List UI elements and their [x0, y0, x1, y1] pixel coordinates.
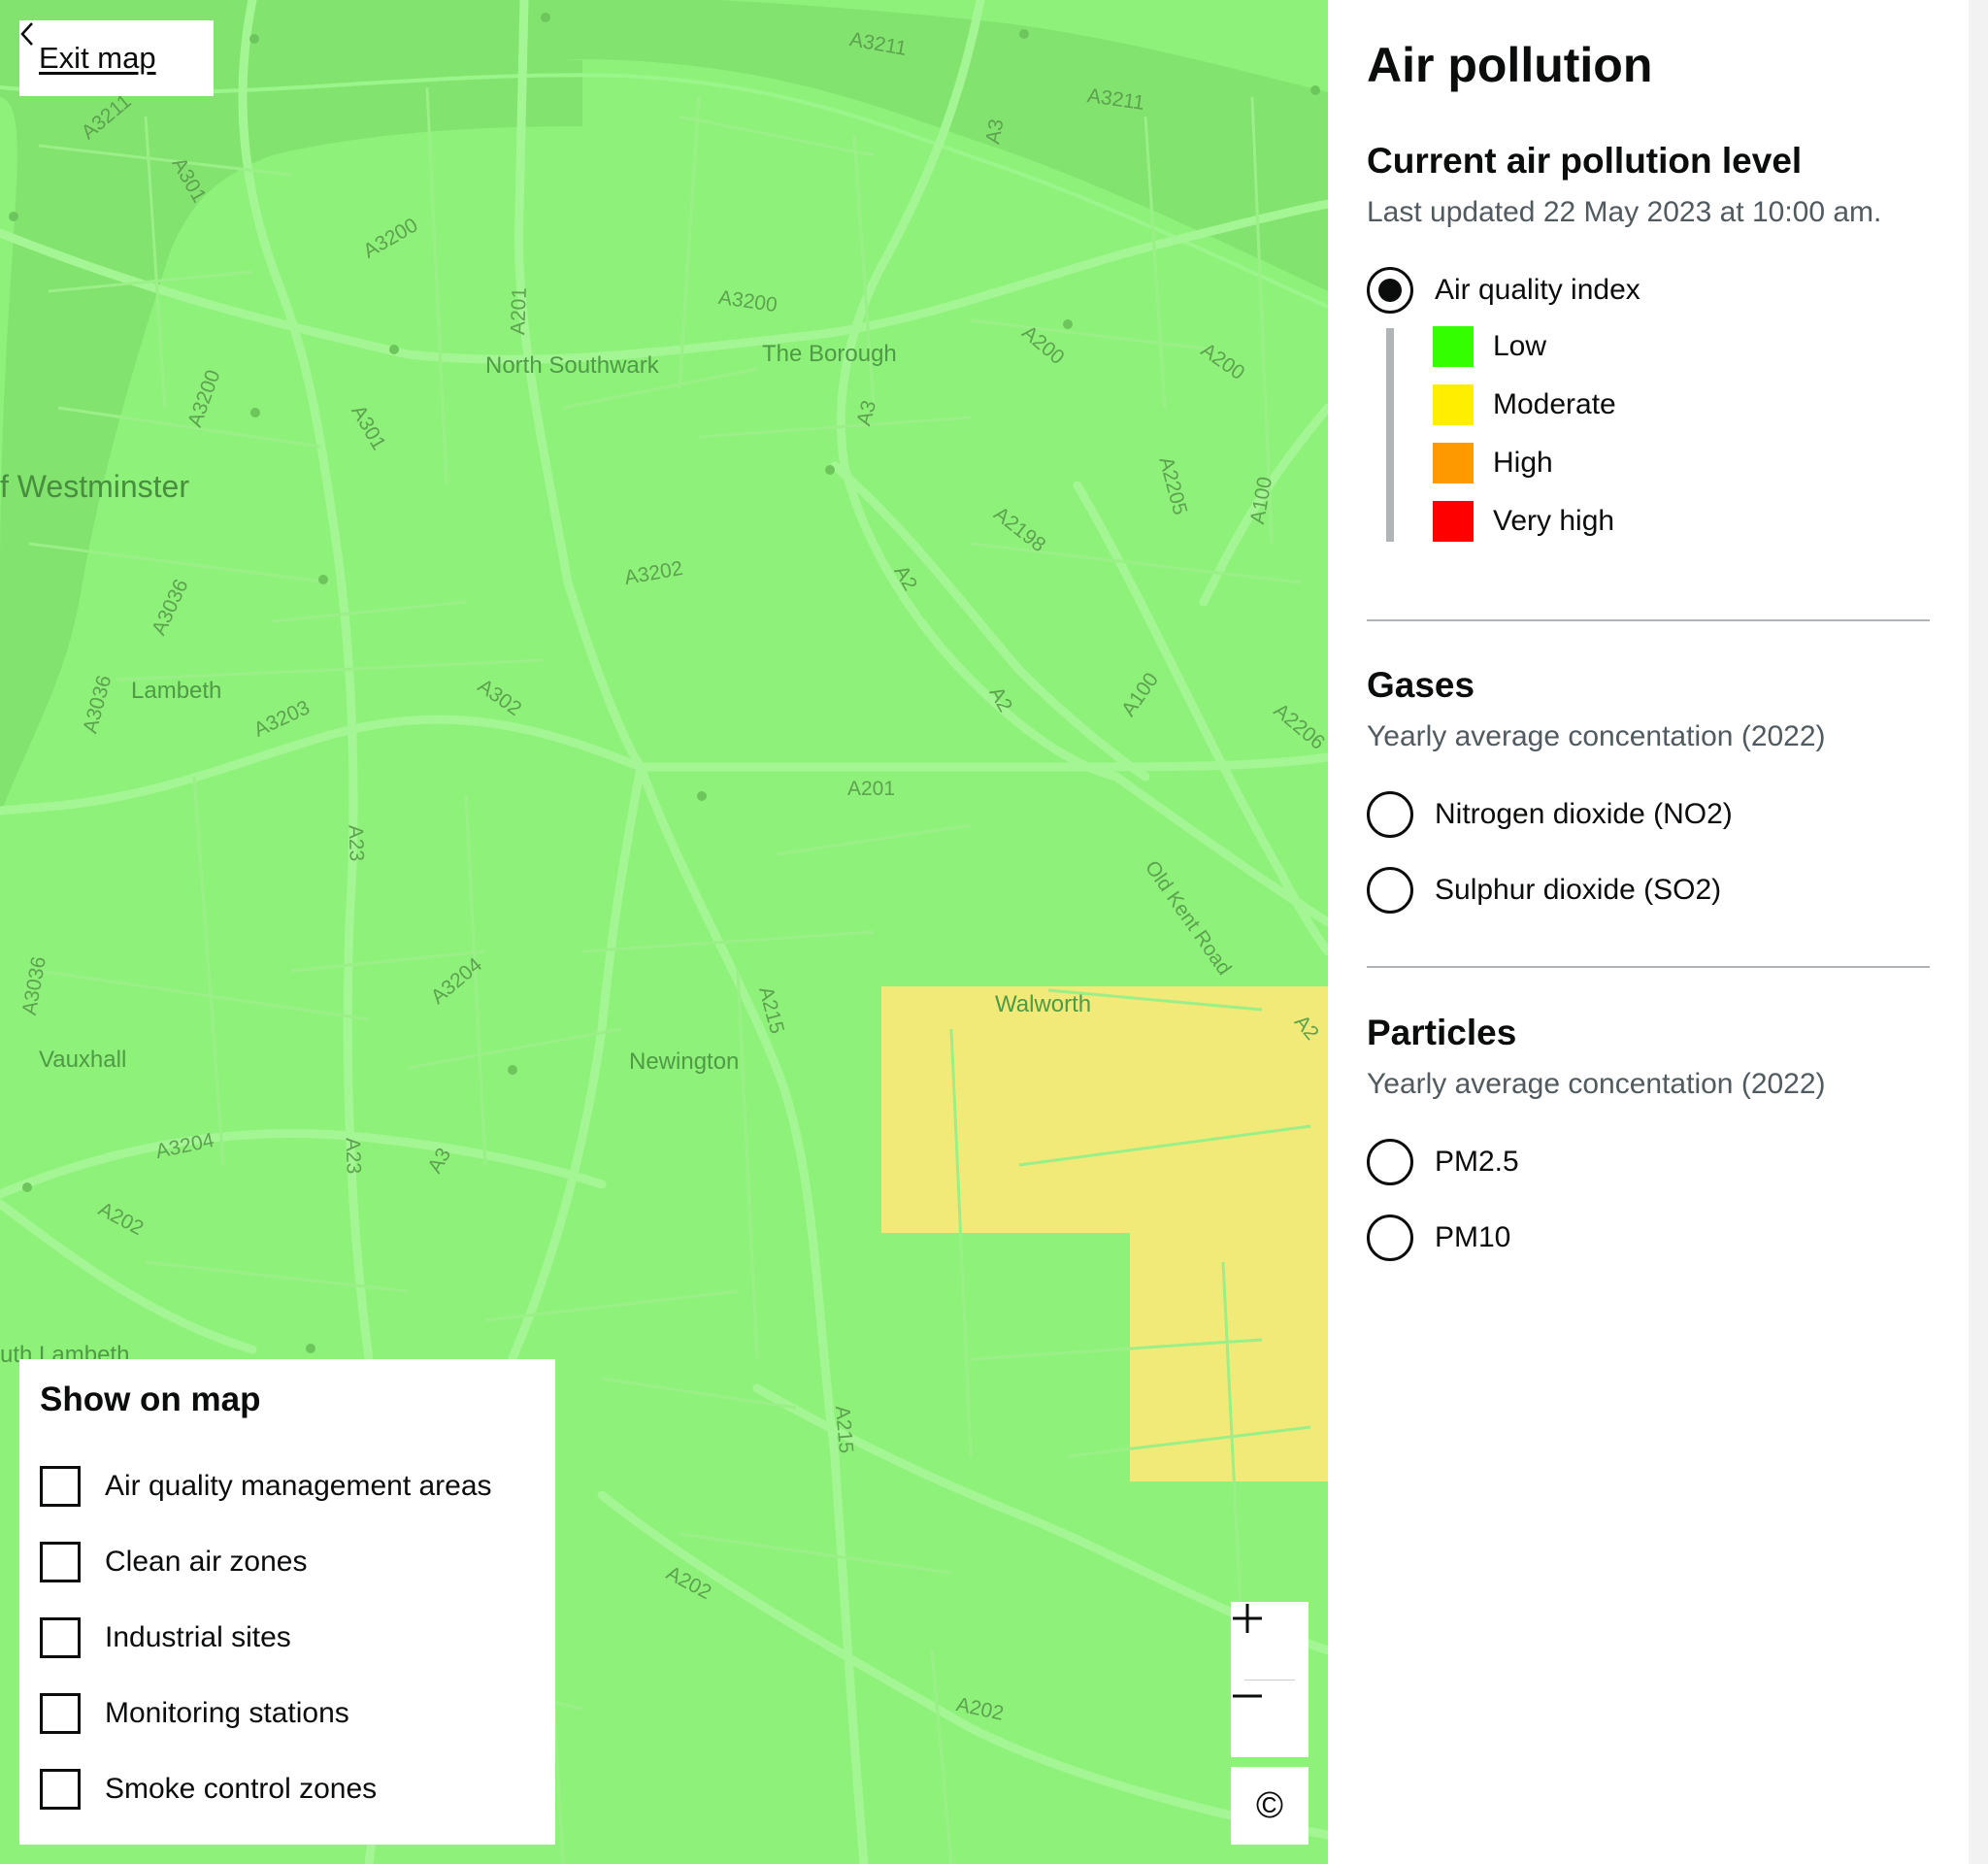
legend-label: High — [1493, 447, 1553, 479]
checkbox-label: Air quality management areas — [105, 1470, 492, 1502]
gases-subtitle: Yearly average concentation (2022) — [1367, 720, 1826, 752]
legend-label: Very high — [1493, 505, 1615, 537]
radio-label: Nitrogen dioxide (NO2) — [1435, 798, 1733, 830]
last-updated-text: Last updated 22 May 2023 at 10:00 am. — [1367, 196, 1882, 228]
legend-swatch — [1433, 384, 1474, 425]
road-label: A3 — [981, 116, 1009, 147]
legend-swatch — [1433, 326, 1474, 367]
exit-map-label: Exit map — [39, 41, 156, 75]
attribution-button[interactable]: © — [1231, 1767, 1309, 1845]
legend-swatch — [1433, 443, 1474, 483]
checkbox-box[interactable] — [40, 1617, 81, 1658]
checkbox-label: Smoke control zones — [105, 1773, 378, 1805]
checkbox-monitoring-stations[interactable]: Monitoring stations — [40, 1676, 535, 1751]
radio-sulphur-dioxide[interactable]: Sulphur dioxide (SO2) — [1367, 867, 1721, 914]
legend-item-high: High — [1433, 443, 1553, 483]
radio-pm10[interactable]: PM10 — [1367, 1215, 1510, 1261]
checkbox-label: Industrial sites — [105, 1621, 291, 1653]
radio-label: PM10 — [1435, 1221, 1511, 1253]
section-divider — [1367, 619, 1930, 621]
map-label-walworth: Walworth — [995, 991, 1092, 1017]
radio-label: Sulphur dioxide (SO2) — [1435, 874, 1722, 906]
radio-label: PM2.5 — [1435, 1146, 1519, 1178]
panel-title: Air pollution — [1367, 38, 1653, 92]
radio-pm25[interactable]: PM2.5 — [1367, 1139, 1519, 1185]
map-label-newington: Newington — [629, 1048, 740, 1075]
current-level-heading: Current air pollution level — [1367, 141, 1803, 181]
radio-button[interactable] — [1367, 1215, 1413, 1261]
legend-swatch — [1433, 501, 1474, 542]
gases-heading: Gases — [1367, 665, 1475, 705]
minus-icon — [1233, 1694, 1262, 1698]
map-canvas[interactable]: f Westminster Lambeth Vauxhall North Sou… — [0, 0, 1328, 1864]
info-panel: Air pollution Current air pollution leve… — [1328, 0, 1969, 1864]
checkbox-label: Clean air zones — [105, 1546, 308, 1578]
road-label: A201 — [847, 778, 896, 800]
radio-button[interactable] — [1367, 791, 1413, 838]
scrollbar[interactable] — [1969, 0, 1988, 1864]
legend-bar — [1386, 328, 1394, 542]
map-label-north-southwark: North Southwark — [485, 352, 659, 379]
zoom-controls — [1231, 1602, 1309, 1757]
exit-map-button[interactable]: Exit map — [19, 20, 214, 96]
radio-air-quality-index[interactable]: Air quality index — [1367, 267, 1640, 314]
legend-item-very-high: Very high — [1433, 501, 1614, 542]
checkbox-air-quality-management-areas[interactable]: Air quality management areas — [40, 1448, 535, 1524]
checkbox-box[interactable] — [40, 1769, 81, 1810]
road-label: A215 — [830, 1405, 858, 1454]
legend-label: Low — [1493, 330, 1547, 362]
checkbox-box[interactable] — [40, 1466, 81, 1507]
map-label-the-borough: The Borough — [762, 341, 897, 367]
show-on-map-panel: Show on map Air quality management areas… — [19, 1359, 555, 1845]
particles-subtitle: Yearly average concentation (2022) — [1367, 1068, 1826, 1100]
radio-button[interactable] — [1367, 1139, 1413, 1185]
zoom-in-button[interactable] — [1231, 1602, 1309, 1680]
checkbox-clean-air-zones[interactable]: Clean air zones — [40, 1524, 535, 1600]
radio-label: Air quality index — [1435, 274, 1640, 306]
checkbox-box[interactable] — [40, 1542, 81, 1582]
checkbox-smoke-control-zones[interactable]: Smoke control zones — [40, 1751, 535, 1827]
legend-item-moderate: Moderate — [1433, 384, 1616, 425]
legend-label: Moderate — [1493, 388, 1616, 420]
show-on-map-title: Show on map — [40, 1381, 261, 1418]
radio-button[interactable] — [1367, 867, 1413, 914]
section-divider — [1367, 966, 1930, 968]
radio-nitrogen-dioxide[interactable]: Nitrogen dioxide (NO2) — [1367, 791, 1733, 838]
checkbox-box[interactable] — [40, 1693, 81, 1734]
particles-heading: Particles — [1367, 1013, 1517, 1052]
checkbox-label: Monitoring stations — [105, 1697, 349, 1729]
chevron-left-icon — [20, 22, 33, 46]
road-label: A23 — [341, 1137, 365, 1175]
plus-icon — [1233, 1604, 1262, 1633]
road-label: A23 — [344, 824, 368, 862]
map-label-lambeth: Lambeth — [131, 678, 222, 704]
copyright-icon: © — [1256, 1784, 1283, 1826]
zoom-out-button[interactable] — [1231, 1680, 1309, 1757]
road-label: A201 — [507, 286, 531, 336]
legend-item-low: Low — [1433, 326, 1546, 367]
checkbox-industrial-sites[interactable]: Industrial sites — [40, 1600, 535, 1676]
map-label-vauxhall: Vauxhall — [39, 1047, 127, 1073]
map-label-westminster: f Westminster — [0, 469, 189, 504]
radio-button-selected[interactable] — [1367, 267, 1413, 314]
